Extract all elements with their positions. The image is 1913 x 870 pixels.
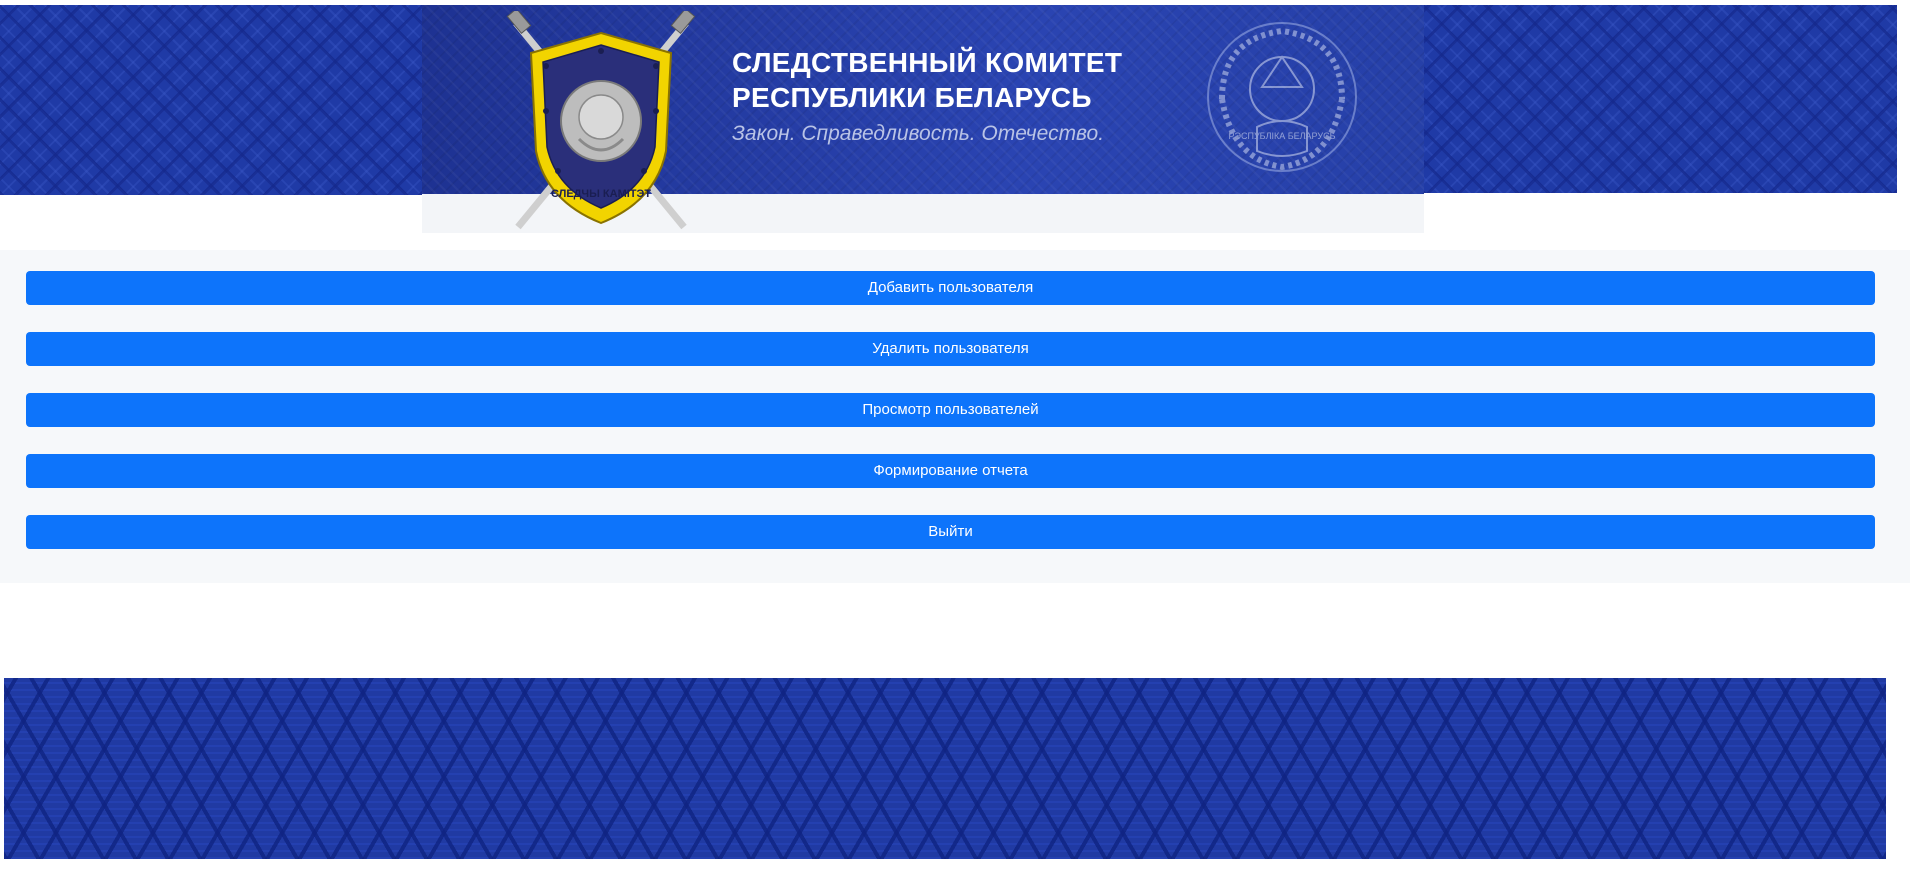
footer-ornament xyxy=(4,678,1886,859)
header-motto: Закон. Справедливость. Отечество. xyxy=(732,122,1105,145)
header-ornament-right xyxy=(1422,5,1897,193)
header-banner: СЛЕДЧЫ КАМІТЭТ СЛЕДСТВЕННЫЙ КОМИТЕТ РЕСП… xyxy=(422,5,1424,230)
emblem-text: СЛЕДЧЫ КАМІТЭТ xyxy=(551,188,651,200)
view-users-button[interactable]: Просмотр пользователей xyxy=(26,393,1875,427)
belarus-state-emblem-icon: РЭСПУБЛІКА БЕЛАРУСЬ xyxy=(1207,22,1357,172)
header-center: СЛЕДЧЫ КАМІТЭТ СЛЕДСТВЕННЫЙ КОМИТЕТ РЕСП… xyxy=(422,5,1424,233)
add-user-button[interactable]: Добавить пользователя xyxy=(26,271,1875,305)
site-header: СЛЕДЧЫ КАМІТЭТ СЛЕДСТВЕННЫЙ КОМИТЕТ РЕСП… xyxy=(0,5,1913,233)
page-title-line-1: СЛЕДСТВЕННЫЙ КОМИТЕТ xyxy=(732,47,1123,78)
state-emblem-text: РЭСПУБЛІКА БЕЛАРУСЬ xyxy=(1229,131,1336,141)
investigative-committee-emblem-icon: СЛЕДЧЫ КАМІТЭТ xyxy=(506,11,696,230)
delete-user-button[interactable]: Удалить пользователя xyxy=(26,332,1875,366)
header-ornament-left xyxy=(0,5,422,195)
generate-report-button[interactable]: Формирование отчета xyxy=(26,454,1875,488)
user-management-menu: Добавить пользователя Удалить пользовате… xyxy=(0,250,1910,583)
logout-button[interactable]: Выйти xyxy=(26,515,1875,549)
page-title-line-2: РЕСПУБЛИКИ БЕЛАРУСЬ xyxy=(732,82,1092,113)
